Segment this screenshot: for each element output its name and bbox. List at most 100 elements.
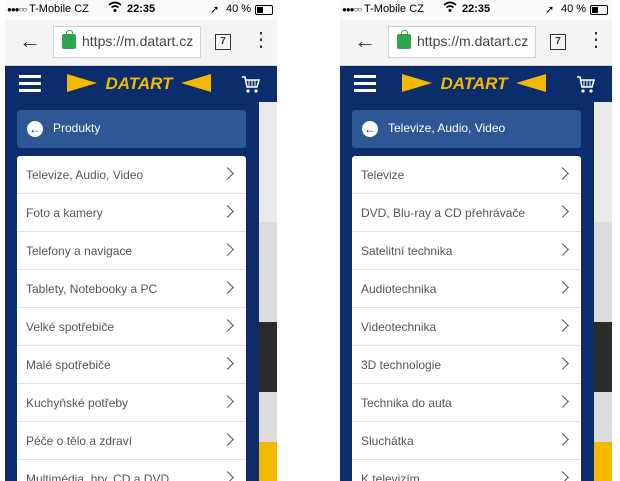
menu-back-button[interactable]: ← Televize, Audio, Video — [352, 110, 581, 148]
category-item[interactable]: Kuchyňské potřeby — [17, 384, 246, 422]
subcategory-label: Sluchátka — [361, 434, 414, 448]
chevron-right-icon — [221, 167, 234, 180]
signal-dots-icon: ●●●○○ — [342, 5, 362, 14]
back-circle-icon: ← — [362, 121, 378, 137]
subcategory-list: Televize DVD, Blu-ray a CD přehrávače Sa… — [352, 156, 581, 481]
status-bar: ●●●○○ T-Mobile CZ 22:35 ➚ 40 % — [340, 0, 612, 20]
subcategory-label: K televizím — [361, 472, 420, 481]
tabs-icon[interactable]: 7 — [550, 34, 566, 50]
subcategory-item[interactable]: 3D technologie — [352, 346, 581, 384]
subcategory-item[interactable]: Audiotechnika — [352, 270, 581, 308]
chevron-right-icon — [556, 433, 569, 446]
chevron-right-icon — [221, 433, 234, 446]
tabs-icon[interactable]: 7 — [215, 34, 231, 50]
subcategory-item[interactable]: Satelitní technika — [352, 232, 581, 270]
chevron-right-icon — [221, 471, 234, 481]
signal-dots-icon: ●●●○○ — [7, 5, 27, 14]
subcategory-item[interactable]: K televizím — [352, 460, 581, 481]
address-bar[interactable]: https://m.datart.cz — [53, 26, 201, 58]
subcategory-label: Satelitní technika — [361, 244, 453, 258]
chevron-right-icon — [221, 205, 234, 218]
category-item[interactable]: Multimédia, hry, CD a DVD — [17, 460, 246, 481]
lock-icon — [62, 30, 76, 49]
carrier-name: T-Mobile CZ — [364, 3, 424, 15]
background-page-strip — [594, 102, 612, 481]
category-item[interactable]: Malé spotřebiče — [17, 346, 246, 384]
category-label: Malé spotřebiče — [26, 358, 111, 372]
cart-icon[interactable] — [576, 74, 596, 94]
subcategory-item[interactable]: Videotechnika — [352, 308, 581, 346]
subcategory-label: Videotechnika — [361, 320, 437, 334]
category-item[interactable]: Velké spotřebiče — [17, 308, 246, 346]
status-bar: ●●●○○ T-Mobile CZ 22:35 ➚ 40 % — [5, 0, 277, 20]
chevron-right-icon — [221, 319, 234, 332]
chevron-right-icon — [556, 357, 569, 370]
browser-toolbar: ← https://m.datart.cz 7 ⋮ — [340, 20, 612, 66]
background-page-strip — [259, 102, 277, 481]
category-item[interactable]: Péče o tělo a zdraví — [17, 422, 246, 460]
battery-icon — [590, 5, 608, 15]
logo-text: DATART — [105, 74, 174, 93]
chevron-right-icon — [556, 471, 569, 481]
datart-logo[interactable]: DATART — [67, 72, 211, 94]
category-label: Péče o tělo a zdraví — [26, 434, 133, 448]
back-circle-icon: ← — [27, 121, 43, 137]
carrier-name: T-Mobile CZ — [29, 3, 89, 15]
subcategory-item[interactable]: Technika do auta — [352, 384, 581, 422]
location-arrow-icon: ➚ — [545, 4, 555, 16]
chevron-right-icon — [221, 395, 234, 408]
cart-icon[interactable] — [241, 74, 261, 94]
subcategory-item[interactable]: DVD, Blu-ray a CD přehrávače — [352, 194, 581, 232]
category-item[interactable]: Telefony a navigace — [17, 232, 246, 270]
back-arrow-icon[interactable]: ← — [19, 28, 41, 54]
chevron-right-icon — [556, 281, 569, 294]
category-label: Televize, Audio, Video — [26, 168, 144, 182]
datart-logo[interactable]: DATART — [402, 72, 546, 94]
subcategory-item[interactable]: Sluchátka — [352, 422, 581, 460]
battery-icon — [255, 5, 273, 15]
phone-screen-right: ●●●○○ T-Mobile CZ 22:35 ➚ 40 % ← https:/… — [340, 0, 612, 481]
subcategory-label: Technika do auta — [361, 396, 452, 410]
battery-percentage: 40 % — [226, 3, 252, 15]
page-content: ← Televize, Audio, Video Televize DVD, B… — [340, 102, 612, 481]
chevron-right-icon — [556, 205, 569, 218]
chevron-right-icon — [221, 357, 234, 370]
wifi-icon — [443, 1, 457, 16]
logo-text: DATART — [440, 74, 509, 93]
phone-screen-left: ●●●○○ T-Mobile CZ 22:35 ➚ 40 % ← https:/… — [5, 0, 277, 481]
category-label: Foto a kamery — [26, 206, 103, 220]
wifi-icon — [108, 1, 122, 16]
category-item[interactable]: Tablety, Notebooky a PC — [17, 270, 246, 308]
chevron-right-icon — [556, 243, 569, 256]
subcategory-label: Audiotechnika — [361, 282, 437, 296]
menu-panel: ← Televize, Audio, Video Televize DVD, B… — [352, 102, 582, 481]
kebab-menu-icon[interactable]: ⋮ — [251, 30, 271, 50]
chevron-right-icon — [556, 319, 569, 332]
category-label: Kuchyňské potřeby — [26, 396, 129, 410]
address-bar[interactable]: https://m.datart.cz — [388, 26, 536, 58]
menu-back-button[interactable]: ← Produkty — [17, 110, 246, 148]
subcategory-label: DVD, Blu-ray a CD přehrávače — [361, 206, 526, 220]
page-content: ← Produkty Televize, Audio, Video Foto a… — [5, 102, 277, 481]
clock-time: 22:35 — [127, 3, 156, 15]
subcategory-item[interactable]: Televize — [352, 156, 581, 194]
browser-toolbar: ← https://m.datart.cz 7 ⋮ — [5, 20, 277, 66]
subcategory-label: 3D technologie — [361, 358, 442, 372]
back-arrow-icon[interactable]: ← — [354, 28, 376, 54]
category-item[interactable]: Televize, Audio, Video — [17, 156, 246, 194]
kebab-menu-icon[interactable]: ⋮ — [586, 30, 606, 50]
hamburger-icon[interactable] — [19, 75, 41, 96]
hamburger-icon[interactable] — [354, 75, 376, 96]
category-label: Velké spotřebiče — [26, 320, 115, 334]
chevron-right-icon — [221, 243, 234, 256]
category-label: Telefony a navigace — [26, 244, 133, 258]
menu-back-label: Produkty — [53, 121, 101, 135]
location-arrow-icon: ➚ — [210, 4, 220, 16]
lock-icon — [397, 30, 411, 49]
subcategory-label: Televize — [361, 168, 405, 182]
chevron-right-icon — [556, 167, 569, 180]
url-text: https://m.datart.cz — [82, 33, 194, 49]
battery-percentage: 40 % — [561, 3, 587, 15]
category-label: Tablety, Notebooky a PC — [26, 282, 158, 296]
category-item[interactable]: Foto a kamery — [17, 194, 246, 232]
